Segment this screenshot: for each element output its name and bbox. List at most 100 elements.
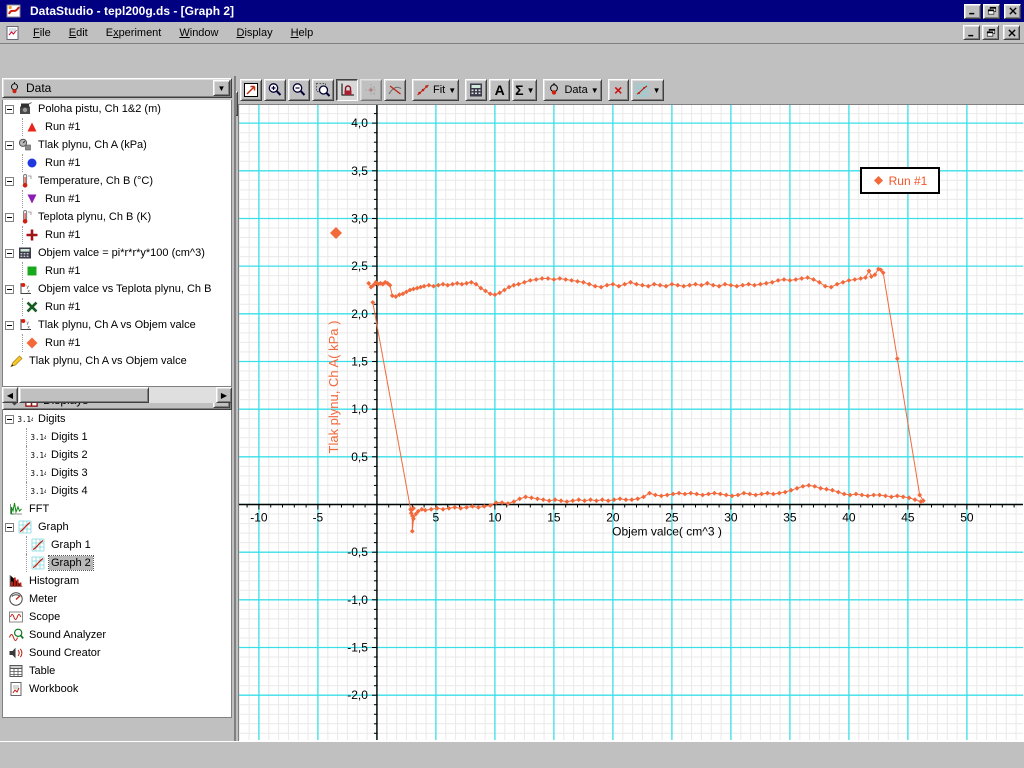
data-item-2-run-0[interactable]: Run #1 xyxy=(3,190,231,208)
tree-connector xyxy=(22,154,23,172)
menu-edit[interactable]: Edit xyxy=(60,24,97,42)
data-tree-hscrollbar[interactable]: ◀ ▶ xyxy=(2,387,232,403)
collapse-icon[interactable] xyxy=(5,284,14,294)
plot-canvas[interactable]: -10 -5 5 10 15 20 25 30 35 40 45 50 4,0 3,5 3,0 2,5 2,0 1… xyxy=(239,105,1024,740)
display-item-digits[interactable]: 3.14 Digits xyxy=(3,410,231,428)
x-tick-label: 35 xyxy=(783,510,797,524)
close-button[interactable] xyxy=(1004,3,1021,19)
graph-plot-area[interactable]: -10 -5 5 10 15 20 25 30 35 40 45 50 4,0 3,5 3,0 2,5 2,0 1… xyxy=(238,104,1024,741)
display-item-sound-creator[interactable]: Sound Creator xyxy=(3,644,231,662)
xy-graph-icon: yx xyxy=(17,317,33,333)
child-restore-button[interactable] xyxy=(982,25,999,40)
pressure-sensor-icon xyxy=(17,137,33,153)
display-item-scope[interactable]: Scope xyxy=(3,608,231,626)
y-axis-title: Tlak plynu, Ch A( kPa ) xyxy=(326,321,341,454)
scroll-left-icon[interactable]: ◀ xyxy=(2,387,18,403)
scrollbar-thumb[interactable] xyxy=(19,387,149,403)
data-item-1[interactable]: Tlak plynu, Ch A (kPa) xyxy=(3,136,231,154)
data-item-7[interactable]: Tlak plynu, Ch A vs Objem valce xyxy=(3,352,231,370)
calculator-button[interactable] xyxy=(465,79,488,101)
run-marker-triangle-up-icon xyxy=(25,120,39,134)
display-item-graph-1[interactable]: Graph 1 xyxy=(3,536,231,554)
scale-to-fit-button[interactable] xyxy=(240,79,262,101)
collapse-icon[interactable] xyxy=(5,414,14,424)
smart-tool-button[interactable] xyxy=(336,79,358,101)
run-marker-circle-icon xyxy=(25,156,39,170)
y-tick-label: 4,0 xyxy=(351,116,368,130)
data-panel-header[interactable]: Data ▼ xyxy=(2,78,232,98)
data-item-4[interactable]: Objem valce = pi*r*r*y*100 (cm^3) xyxy=(3,244,231,262)
menu-help[interactable]: Help xyxy=(282,24,323,42)
data-item-0-run-0[interactable]: Run #1 xyxy=(3,118,231,136)
minimize-button[interactable] xyxy=(964,3,981,19)
data-item-5[interactable]: y x Objem valce vs Teplota plynu, Ch B xyxy=(3,280,231,298)
meter-icon xyxy=(8,591,24,607)
data-item-4-run-0[interactable]: Run #1 xyxy=(3,262,231,280)
data-item-5-run-0[interactable]: Run #1 xyxy=(3,298,231,316)
data-tree: Poloha pistu, Ch 1&2 (m) Run #1 Tlak plynu… xyxy=(2,100,232,387)
collapse-icon[interactable] xyxy=(5,176,14,186)
scroll-right-icon[interactable]: ▶ xyxy=(216,387,232,403)
x-tick-label: 40 xyxy=(842,510,856,524)
statistics-menu-button[interactable]: Σ ▼ xyxy=(512,79,538,101)
data-item-2[interactable]: Temperature, Ch B (°C) xyxy=(3,172,231,190)
display-item-graph[interactable]: Graph xyxy=(3,518,231,536)
calculator-icon xyxy=(468,82,484,98)
graph-settings-menu-button[interactable]: ▼ xyxy=(630,79,664,101)
tree-item-label: Digits 4 xyxy=(51,485,88,497)
xy-tool-icon: yx xyxy=(363,82,379,98)
run-label: Run #1 xyxy=(45,121,81,133)
collapse-icon[interactable] xyxy=(5,522,14,532)
tree-item-label: Table xyxy=(29,665,56,677)
delete-button[interactable]: × xyxy=(607,79,629,101)
collapse-icon[interactable] xyxy=(5,212,14,222)
legend[interactable]: Run #1 xyxy=(860,167,940,194)
zoom-select-button[interactable] xyxy=(312,79,334,101)
display-item-histogram[interactable]: Histogram xyxy=(3,572,231,590)
slope-tool-button[interactable] xyxy=(384,79,406,101)
display-item-digits-3[interactable]: 3.14 Digits 3 xyxy=(3,464,231,482)
xy-tool-button[interactable]: yx xyxy=(360,79,382,101)
data-item-6-run-0[interactable]: Run #1 xyxy=(3,334,231,352)
display-item-digits-4[interactable]: 3.14 Digits 4 xyxy=(3,482,231,500)
fit-menu-button[interactable]: Fit ▼ xyxy=(412,79,460,101)
data-panel-dropdown-button[interactable]: ▼ xyxy=(213,80,230,96)
chart-svg[interactable]: -10 -5 5 10 15 20 25 30 35 40 45 50 4,0 3,5 3,0 2,5 2,0 1… xyxy=(239,105,1023,740)
data-item-3-run-0[interactable]: Run #1 xyxy=(3,226,231,244)
display-item-workbook[interactable]: Workbook xyxy=(3,680,231,698)
y-tick-label: 2,0 xyxy=(351,307,368,321)
display-item-sound-analyzer[interactable]: Sound Analyzer xyxy=(3,626,231,644)
pencil-icon xyxy=(8,353,24,369)
display-item-table[interactable]: Table xyxy=(3,662,231,680)
svg-text:y: y xyxy=(373,85,376,90)
menu-window[interactable]: Window xyxy=(170,24,227,42)
display-item-fft[interactable]: FFT xyxy=(3,500,231,518)
graph-icon xyxy=(30,555,46,571)
display-item-meter[interactable]: Meter xyxy=(3,590,231,608)
zoom-out-button[interactable] xyxy=(288,79,310,101)
data-menu-button[interactable]: Data ▼ xyxy=(543,79,602,101)
collapse-icon[interactable] xyxy=(5,248,14,258)
collapse-icon[interactable] xyxy=(5,140,14,150)
data-item-0[interactable]: Poloha pistu, Ch 1&2 (m) xyxy=(3,100,231,118)
restore-button[interactable] xyxy=(983,3,1000,19)
zoom-in-button[interactable] xyxy=(264,79,286,101)
child-minimize-button[interactable] xyxy=(963,25,980,40)
menu-file[interactable]: File xyxy=(24,24,60,42)
tree-item-label: Digits 1 xyxy=(51,431,88,443)
data-item-3[interactable]: Teplota plynu, Ch B (K) xyxy=(3,208,231,226)
text-button[interactable]: A xyxy=(489,79,511,101)
tree-connector xyxy=(26,464,27,482)
data-item-1-run-0[interactable]: Run #1 xyxy=(3,154,231,172)
menu-display[interactable]: Display xyxy=(228,24,282,42)
menu-experiment[interactable]: Experiment xyxy=(97,24,171,42)
tree-item-label: Tlak plynu, Ch A vs Objem valce xyxy=(38,319,196,331)
collapse-icon[interactable] xyxy=(5,320,14,330)
display-item-digits-2[interactable]: 3.14 Digits 2 xyxy=(3,446,231,464)
data-item-6[interactable]: y x Tlak plynu, Ch A vs Objem valce xyxy=(3,316,231,334)
child-close-button[interactable] xyxy=(1003,25,1020,40)
collapse-icon[interactable] xyxy=(5,104,14,114)
display-item-digits-1[interactable]: 3.14 Digits 1 xyxy=(3,428,231,446)
window-title: DataStudio - tepl200g.ds - [Graph 2] xyxy=(30,4,235,18)
display-item-graph-2[interactable]: Graph 2 xyxy=(3,554,231,572)
